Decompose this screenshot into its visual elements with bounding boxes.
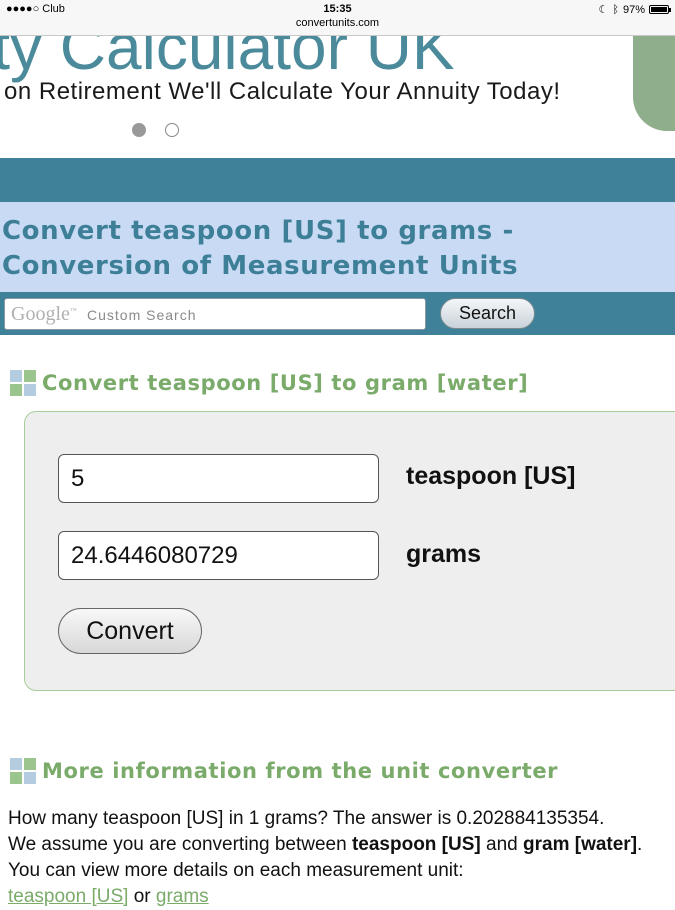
banner-headline: ity Calculator UK [0, 36, 455, 83]
convert-button[interactable]: Convert [58, 608, 202, 654]
battery-icon [649, 5, 671, 14]
page-title: Convert teaspoon [US] to grams - Convers… [0, 202, 675, 292]
page-title-line2: Conversion of Measurement Units [2, 251, 519, 281]
converter-heading: Convert teaspoon [US] to gram [water] [10, 370, 528, 396]
unit-links: teaspoon [US] or grams [8, 886, 209, 907]
converter-heading-text: Convert teaspoon [US] to gram [water] [42, 371, 529, 395]
more-info-heading-text: More information from the unit converter [42, 759, 559, 783]
to-unit-label: grams [406, 540, 482, 568]
banner-subline: on Retirement We'll Calculate Your Annui… [4, 78, 561, 105]
unit-from-bold: teaspoon [US] [351, 834, 481, 855]
annuity-banner[interactable]: ity Calculator UK on Retirement We'll Ca… [0, 36, 675, 158]
assumption-line: We assume you are converting between tea… [8, 834, 643, 855]
nav-bar [0, 158, 675, 202]
carousel-dot[interactable] [165, 123, 179, 137]
grid-icon [10, 758, 36, 784]
clock: 15:35 [323, 3, 352, 15]
moon-icon: ☾ [598, 4, 609, 16]
search-input[interactable]: Google™ Custom Search [4, 298, 426, 330]
url-label[interactable]: convertunits.com [0, 17, 675, 29]
from-value-input[interactable]: 5 [58, 454, 379, 503]
search-placeholder: Custom Search [87, 307, 197, 323]
banner-graphic [633, 36, 675, 131]
unit-to-bold: gram [water] [523, 834, 638, 855]
status-right: ☾ ᛒ 97% [598, 3, 671, 16]
battery-percent: 97% [622, 3, 645, 16]
page-title-line1: Convert teaspoon [US] to grams - [2, 216, 514, 246]
search-button[interactable]: Search [440, 298, 535, 329]
carousel-dot-active[interactable] [132, 123, 146, 137]
grid-icon [10, 370, 36, 396]
teaspoon-link[interactable]: teaspoon [US] [8, 886, 128, 907]
search-bar: Google™ Custom Search Search [0, 292, 675, 335]
details-line: You can view more details on each measur… [8, 860, 464, 881]
bluetooth-icon: ᛒ [612, 3, 619, 16]
answer-line: How many teaspoon [US] in 1 grams? The a… [8, 808, 605, 829]
more-info-heading: More information from the unit converter [10, 758, 558, 784]
status-bar: ●●●●○ Club 15:35 convertunits.com ☾ ᛒ 97… [0, 0, 675, 36]
more-info-text: How many teaspoon [US] in 1 grams? The a… [8, 806, 675, 910]
google-logo: Google™ [11, 303, 77, 325]
from-unit-label: teaspoon [US] [406, 462, 576, 490]
to-value-input[interactable]: 24.6446080729 [58, 531, 379, 580]
grams-link[interactable]: grams [156, 886, 209, 907]
